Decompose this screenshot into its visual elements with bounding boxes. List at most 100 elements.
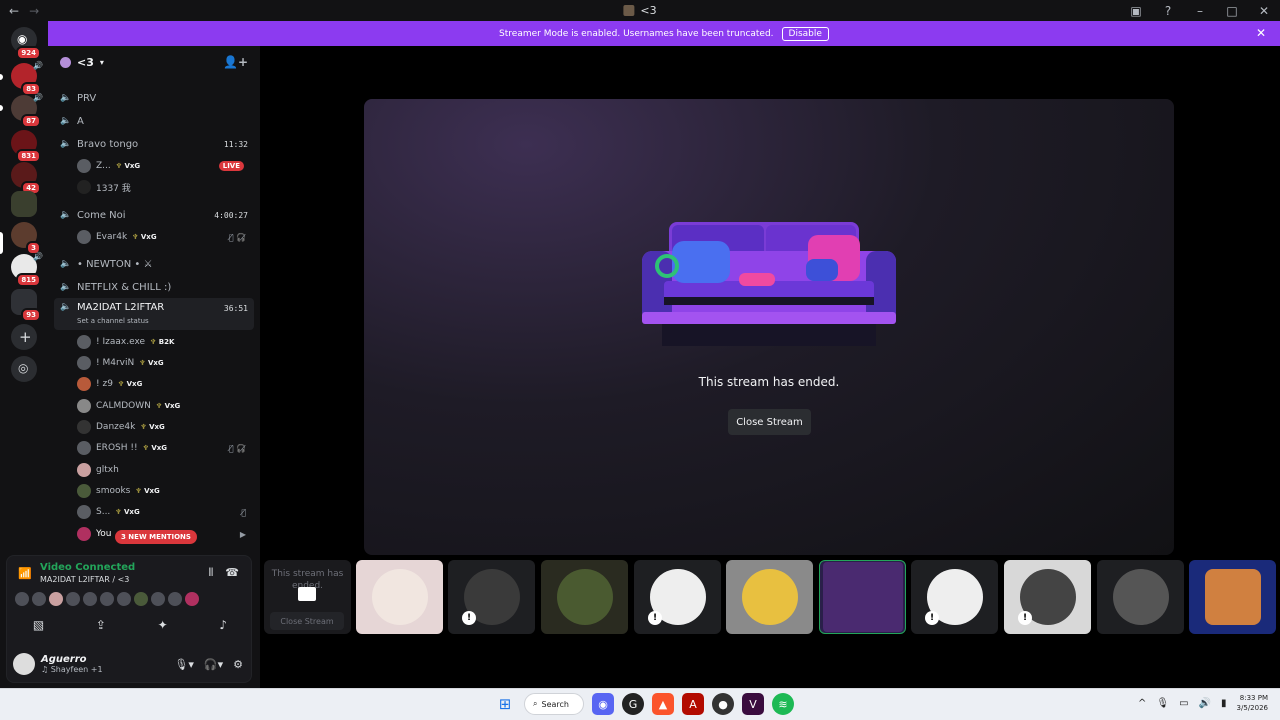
- avatar: [77, 335, 91, 349]
- server-icon[interactable]: 🔊 87: [11, 93, 43, 128]
- channel-item[interactable]: 🔈 Come Noi 4:00:27: [54, 204, 254, 226]
- voice-user[interactable]: Evar4kVxG🎙̸ 🎧̸: [77, 227, 252, 247]
- channel-status[interactable]: Set a channel status: [77, 317, 149, 325]
- voice-user[interactable]: ! Izaax.exeB2K: [77, 332, 252, 352]
- battery-icon[interactable]: ▮: [1221, 698, 1227, 709]
- unread-badge: 87: [21, 114, 41, 128]
- taskbar-search[interactable]: ⌕ Search: [524, 693, 584, 715]
- volume-icon[interactable]: 🔊: [1199, 698, 1211, 709]
- voice-user[interactable]: 1337 我: [77, 177, 252, 197]
- voice-channel-link[interactable]: MA2IDAT L2IFTAR / <3: [40, 575, 129, 584]
- server-icon[interactable]: 42: [11, 162, 41, 195]
- avatar: [77, 180, 91, 194]
- home-button[interactable]: ◉ 924: [11, 27, 41, 60]
- participant-tile[interactable]: !: [634, 560, 721, 634]
- live-badge: LIVE: [218, 161, 244, 171]
- speaker-icon: 🔈: [60, 139, 72, 149]
- windows-start-icon[interactable]: ⊞: [494, 693, 516, 715]
- minimize-icon[interactable]: –: [1184, 4, 1216, 18]
- microphone-icon[interactable]: 🎙: [1156, 698, 1169, 709]
- connection-signal-icon[interactable]: 📶: [18, 567, 32, 580]
- title-bar: ← → <3 ▣ ? – □ ✕: [0, 0, 1280, 21]
- participant-tile[interactable]: [1189, 560, 1276, 634]
- microphone-icon[interactable]: 🎙▾: [174, 658, 194, 671]
- voice-user[interactable]: Danze4kVxG: [77, 417, 252, 437]
- voice-user[interactable]: ! M4rviNVxG: [77, 353, 252, 373]
- stream-ended-message: This stream has ended.: [698, 375, 840, 389]
- app-icon[interactable]: V: [742, 693, 764, 715]
- participant-tile[interactable]: [356, 560, 443, 634]
- unread-badge: 831: [16, 149, 41, 163]
- close-window-icon[interactable]: ✕: [1248, 4, 1280, 18]
- new-mentions-pill[interactable]: 3 NEW MENTIONS: [115, 530, 197, 544]
- participant-tile[interactable]: [726, 560, 813, 634]
- network-icon[interactable]: ▭: [1179, 698, 1188, 709]
- mute-badge-icon: !: [1018, 611, 1032, 625]
- close-banner-icon[interactable]: ✕: [1256, 26, 1266, 40]
- camera-off-icon[interactable]: ▧: [33, 618, 44, 632]
- avatar: [100, 592, 114, 606]
- add-server-button[interactable]: +: [11, 324, 37, 350]
- settings-gear-icon[interactable]: ⚙: [233, 658, 243, 671]
- help-icon[interactable]: ?: [1152, 4, 1184, 18]
- server-icon[interactable]: 🔊 83: [11, 61, 43, 96]
- app-icon[interactable]: G: [622, 693, 644, 715]
- disable-streamer-mode-button[interactable]: Disable: [781, 26, 829, 41]
- close-stream-button[interactable]: Close Stream: [270, 612, 344, 630]
- avatar: [77, 399, 91, 413]
- forward-arrow-icon[interactable]: →: [29, 4, 39, 18]
- participant-tile[interactable]: !: [448, 560, 535, 634]
- screen-share-icon[interactable]: ▣: [1120, 4, 1152, 18]
- brave-browser-icon[interactable]: ▲: [652, 693, 674, 715]
- voice-user[interactable]: smooksVxG: [77, 481, 252, 501]
- channel-item[interactable]: 🔈 PRV: [54, 87, 254, 109]
- stream-stage: This stream has ended. Close Stream This…: [260, 46, 1280, 688]
- server-folder[interactable]: 93: [11, 289, 41, 322]
- disconnect-icon[interactable]: ☎: [225, 566, 239, 580]
- voice-user[interactable]: Z...VxGLIVE: [77, 156, 252, 176]
- discord-app-icon[interactable]: ◉: [592, 693, 614, 715]
- avatar: [117, 592, 131, 606]
- voice-user[interactable]: gltxh: [77, 460, 252, 480]
- channel-item-active[interactable]: 🔈 MA2IDAT L2IFTAR 36:51 Set a channel st…: [54, 298, 254, 330]
- server-header[interactable]: <3 ▾ 👤+: [48, 46, 260, 78]
- acrobat-icon[interactable]: A: [682, 693, 704, 715]
- server-icon[interactable]: 🔊 815: [11, 252, 43, 287]
- voice-user[interactable]: EROSH !!VxG🎙̸ 🎧̸: [77, 438, 252, 458]
- server-icon[interactable]: [11, 191, 37, 217]
- server-icon[interactable]: 3: [11, 222, 41, 255]
- channel-item[interactable]: 🔈 NETFLIX & CHILL :): [54, 276, 254, 298]
- close-stream-button[interactable]: Close Stream: [728, 409, 811, 435]
- voice-user[interactable]: CALMDOWNVxG: [77, 396, 252, 416]
- participant-tile[interactable]: !: [911, 560, 998, 634]
- participant-tile[interactable]: !: [1004, 560, 1091, 634]
- participant-tile[interactable]: [1097, 560, 1184, 634]
- share-screen-icon[interactable]: ⇪: [96, 618, 106, 632]
- channel-item[interactable]: 🔈 A: [54, 110, 254, 132]
- unread-badge: 93: [21, 308, 41, 322]
- system-clock[interactable]: 8:33 PM 3/5/2026: [1237, 693, 1268, 713]
- headphones-icon[interactable]: 🎧▾: [204, 658, 223, 671]
- channel-item[interactable]: 🔈 Bravo tongo 11:32: [54, 133, 254, 155]
- spotify-icon[interactable]: ≋: [772, 693, 794, 715]
- channel-item[interactable]: 🔈 • NEWTON • ⚔: [54, 253, 254, 275]
- voice-user[interactable]: S...VxG🎙̸: [77, 502, 252, 522]
- avatar: [185, 592, 199, 606]
- noise-suppression-icon[interactable]: ⦀: [208, 566, 213, 580]
- invite-people-icon[interactable]: 👤+: [223, 55, 248, 69]
- maximize-icon[interactable]: □: [1216, 4, 1248, 18]
- participant-video-tile[interactable]: [819, 560, 906, 634]
- server-icon[interactable]: 831: [11, 130, 41, 163]
- participant-tile[interactable]: [541, 560, 628, 634]
- app-icon[interactable]: ●: [712, 693, 734, 715]
- back-arrow-icon[interactable]: ←: [9, 4, 19, 18]
- soundboard-icon[interactable]: ♪: [219, 618, 227, 632]
- voice-user[interactable]: ! z9VxG: [77, 374, 252, 394]
- chevron-up-icon[interactable]: ^: [1138, 698, 1146, 709]
- ended-stream-tile[interactable]: This stream has ended. Close Stream: [264, 560, 351, 634]
- user-panel[interactable]: Aguerro ♫ Shayfeen +1 🎙▾ 🎧▾ ⚙: [13, 650, 247, 678]
- chevron-down-icon: ▾: [99, 57, 104, 67]
- avatar: [77, 356, 91, 370]
- activities-icon[interactable]: ✦: [158, 618, 168, 632]
- discover-button[interactable]: ◎: [11, 356, 37, 382]
